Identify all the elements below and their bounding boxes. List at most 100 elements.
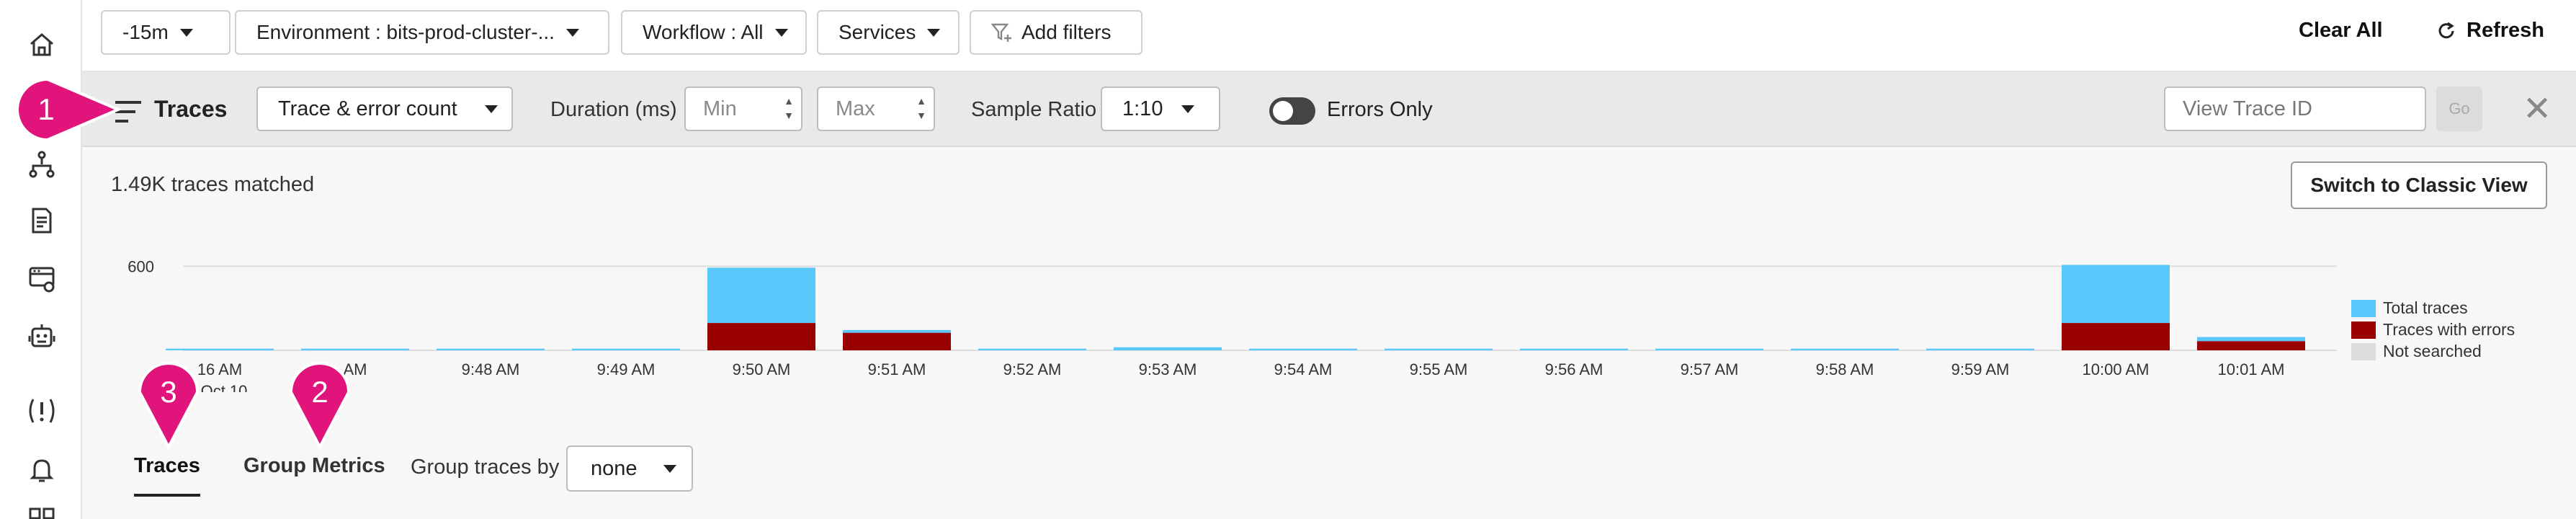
bar-total-traces [166,348,274,350]
go-button[interactable]: Go [2436,86,2482,131]
x-tick-label: 9:52 AM [1003,360,1062,378]
x-tick-label: 9:54 AM [1274,360,1333,378]
time-range-dropdown[interactable]: -15m [101,10,231,55]
bar-total-traces [1655,348,1763,350]
min-placeholder: Min [703,97,737,120]
x-tick-sublabel: Oct 10 [201,382,248,392]
add-filters-button[interactable]: Add filters [970,10,1142,55]
time-range-value: -15m [122,21,169,43]
legend-swatch [2351,299,2376,317]
chevron-down-icon [663,464,676,473]
trace-id-placeholder: View Trace ID [2183,97,2312,120]
chevron-down-icon [774,28,788,37]
topology-icon[interactable] [26,148,58,180]
x-tick-label: 9:56 AM [1545,360,1604,378]
legend-label: Total traces [2383,298,2468,317]
legend-label: Not searched [2383,342,2482,360]
refresh-button[interactable]: Refresh [2436,19,2544,43]
group-by-dropdown[interactable]: none [566,445,693,492]
refresh-label: Refresh [2467,19,2544,42]
clear-all-button[interactable]: Clear All [2299,19,2383,43]
chevron-down-icon [1181,105,1195,113]
robot-icon[interactable] [26,320,58,352]
tab-group-metrics[interactable]: Group Metrics [243,454,385,478]
environment-dropdown[interactable]: Environment : bits-prod-cluster-... [235,10,609,55]
toggle-knob [1273,101,1293,121]
workflow-dropdown[interactable]: Workflow : All [621,10,807,55]
close-icon[interactable]: ✕ [2523,92,2552,127]
filter-plus-icon [991,23,1011,42]
bar-total-traces [1385,348,1493,350]
x-tick-label: 10:01 AM [2218,360,2285,378]
legend-swatch [2351,342,2376,360]
bar-total-traces [978,348,1086,350]
bar-total-traces [437,348,545,350]
errors-only-toggle[interactable] [1269,97,1315,125]
max-placeholder: Max [836,97,875,120]
annotation-label: 1 [37,92,54,126]
bar-total-traces [1249,348,1357,350]
bar-total-traces [1791,348,1899,350]
bar-total-traces [1520,348,1628,350]
duration-max-input[interactable]: Max ▲ ▼ [817,86,935,131]
stepper-icon[interactable]: ▲ ▼ [916,94,926,123]
bar-total-traces [572,348,680,350]
traces-title: Traces [154,96,228,122]
bar-total-traces [1114,347,1222,350]
bar-traces-with-errors [707,323,815,350]
filter-bar: -15m Environment : bits-prod-cluster-...… [82,0,2576,72]
errors-only-label: Errors Only [1327,98,1433,121]
bar-traces-with-errors [2062,323,2170,350]
sample-ratio-dropdown[interactable]: 1:10 [1101,86,1220,131]
environment-value: Environment : bits-prod-cluster-... [256,21,555,43]
add-filters-label: Add filters [1021,21,1112,43]
x-tick-label: 9:55 AM [1410,360,1468,378]
traces-matched-count: 1.49K traces matched [111,173,315,196]
traces-histogram-chart: 60016 AM AM 9:48 AM 9:49 AM 9:50 AM 9:51 AM 9:… [128,257,2337,392]
switch-classic-view-button[interactable]: Switch to Classic View [2291,161,2547,209]
duration-label: Duration (ms) [550,98,677,121]
chevron-down-icon [565,28,579,37]
chevron-down-icon [927,28,941,37]
annotation-pin-3: 3 [138,362,200,451]
annotation-label: 3 [160,375,176,409]
workflow-value: Workflow : All [643,21,764,43]
bar-traces-with-errors [843,332,951,350]
legend-item-total: Total traces [2351,298,2468,318]
bar-total-traces [2062,265,2170,324]
services-dropdown[interactable]: Services [817,10,960,55]
legend-label: Traces with errors [2383,320,2515,339]
sample-ratio-label: Sample Ratio [971,98,1097,121]
services-label: Services [838,21,916,43]
x-tick-label: 9:51 AM [868,360,926,378]
trace-id-input[interactable]: View Trace ID [2164,86,2426,131]
x-tick-label: 9:59 AM [1951,360,2010,378]
bar-total-traces [301,348,409,350]
chevron-down-icon [179,28,193,37]
annotation-pin-2: 2 [289,362,351,451]
sample-ratio-value: 1:10 [1122,97,1163,120]
main-panel: 1.49K traces matched Switch to Classic V… [82,147,2576,519]
bar-total-traces [843,329,951,333]
chart-mode-dropdown[interactable]: Trace & error count [256,86,513,131]
x-tick-label: 16 AM [197,360,242,378]
tab-traces[interactable]: Traces [134,454,200,478]
annotation-pin-1: 1 [16,77,122,142]
duration-min-input[interactable]: Min ▲ ▼ [684,86,802,131]
x-tick-label: 10:00 AM [2083,360,2150,378]
document-icon[interactable] [26,205,58,236]
x-tick-label: 9:53 AM [1139,360,1197,378]
traces-toolbar: Traces Trace & error count Duration (ms)… [82,72,2576,147]
x-tick-label: 9:57 AM [1681,360,1739,378]
chart-mode-value: Trace & error count [278,97,457,120]
bar-total-traces [2197,337,2305,342]
server-icon[interactable] [26,262,58,294]
group-traces-by-label: Group traces by [411,456,560,479]
alert-icon[interactable] [26,395,58,427]
bell-icon[interactable] [26,454,58,486]
legend-swatch [2351,321,2376,339]
y-tick-label: 600 [128,257,154,275]
grid-icon[interactable] [26,505,58,519]
stepper-icon[interactable]: ▲ ▼ [784,94,794,123]
home-icon[interactable] [26,29,58,61]
